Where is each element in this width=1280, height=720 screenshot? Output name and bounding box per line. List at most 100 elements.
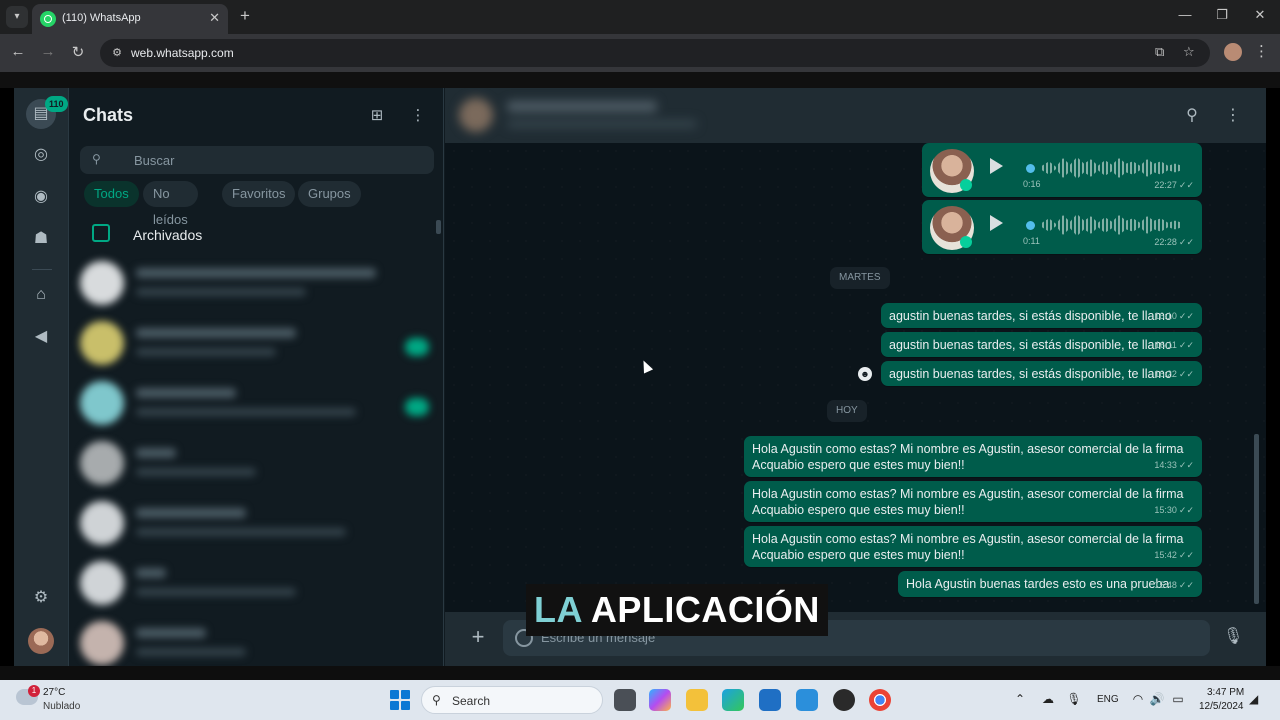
onedrive-icon[interactable]: ☁ <box>1040 692 1056 706</box>
browser-menu-icon[interactable]: ⋮ <box>1254 42 1269 60</box>
waveform-scrubber[interactable] <box>1026 164 1035 173</box>
outgoing-message[interactable]: agustin buenas tardes, si estás disponib… <box>881 332 1202 357</box>
page-bottom-margin <box>0 666 1280 680</box>
list-item[interactable] <box>70 554 443 614</box>
message-time: 14:33 ✓✓ <box>1154 457 1194 473</box>
language-indicator[interactable]: ENG <box>1097 694 1119 705</box>
outgoing-message[interactable]: Hola Agustin como estas? Mi nombre es Ag… <box>744 481 1202 522</box>
voice-duration: 0:16 <box>1023 179 1041 189</box>
chrome-icon[interactable] <box>869 689 891 711</box>
windows-start-icon[interactable] <box>390 690 410 710</box>
play-icon[interactable] <box>990 215 1003 231</box>
clock-date[interactable]: 12/5/2024 <box>1199 701 1244 712</box>
new-tab-plus-icon[interactable]: + <box>236 6 254 26</box>
weather-temperature[interactable]: 27°C <box>43 687 65 698</box>
close-window-icon[interactable]: ✕ <box>1250 7 1270 23</box>
browser-tab-whatsapp[interactable]: (110) WhatsApp ✕ <box>32 4 228 34</box>
list-item[interactable] <box>70 434 443 494</box>
forward-arrow-icon[interactable]: → <box>38 43 58 60</box>
conversation-panel: ⚲ ⋮ 0:16 22:27 ✓✓ 0:11 22:28 ✓✓ MARTES agu… <box>445 88 1266 666</box>
message-time: 16:10 ✓✓ <box>1154 308 1194 324</box>
back-arrow-icon[interactable]: ← <box>8 43 28 60</box>
filter-grupos[interactable]: Grupos <box>298 181 361 207</box>
filter-no-leidos[interactable]: No leídos <box>143 181 198 227</box>
bookmark-star-icon[interactable]: ☆ <box>1183 44 1195 60</box>
conversation-menu-icon[interactable]: ⋮ <box>1222 105 1244 125</box>
outgoing-message[interactable]: Hola Agustin como estas? Mi nombre es Ag… <box>744 526 1202 567</box>
search-input[interactable]: ⚲ Buscar <box>80 146 434 174</box>
profile-avatar[interactable] <box>1224 43 1242 61</box>
chat-preview-blurred <box>136 348 276 356</box>
reload-icon[interactable]: ↻ <box>68 43 88 61</box>
task-view-icon[interactable] <box>614 689 636 711</box>
close-tab-icon[interactable]: ✕ <box>209 10 220 26</box>
read-ticks-icon: ✓✓ <box>1178 180 1194 190</box>
my-profile-avatar[interactable] <box>28 628 54 654</box>
list-item[interactable] <box>70 494 443 554</box>
catalog-store-icon[interactable]: ⌂ <box>29 283 53 307</box>
waveform-scrubber[interactable] <box>1026 221 1035 230</box>
outgoing-message[interactable]: agustin buenas tardes, si estás disponib… <box>881 303 1202 328</box>
waveform[interactable] <box>1026 157 1186 179</box>
weather-description[interactable]: Nublado <box>43 701 80 712</box>
microphone-icon[interactable]: 🎙 <box>1066 692 1082 706</box>
notification-bell-icon[interactable]: ◢ <box>1249 692 1258 706</box>
outgoing-message[interactable]: agustin buenas tardes, si estás disponib… <box>881 361 1202 386</box>
communities-icon[interactable]: ☗ <box>29 227 53 251</box>
outgoing-message[interactable]: Hola Agustin buenas tardes esto es una p… <box>898 571 1202 597</box>
filter-todos[interactable]: Todos <box>84 181 139 207</box>
menu-kebab-icon[interactable]: ⋮ <box>408 106 428 124</box>
chat-list-scrollbar[interactable] <box>436 220 441 234</box>
play-icon[interactable] <box>990 158 1003 174</box>
store-icon[interactable] <box>759 689 781 711</box>
microphone-record-icon[interactable]: 🎙 <box>1223 626 1243 646</box>
react-emoji-icon[interactable]: ☻ <box>858 367 872 381</box>
url-text: web.whatsapp.com <box>131 46 234 60</box>
broadcast-megaphone-icon[interactable]: ◀ <box>29 325 53 349</box>
new-chat-icon[interactable]: ⊞ <box>367 106 387 124</box>
minimize-icon[interactable]: — <box>1175 7 1195 22</box>
message-time-text: 16:22 <box>1154 369 1177 379</box>
clock-time[interactable]: 3:47 PM <box>1207 687 1244 698</box>
list-item[interactable] <box>70 314 443 374</box>
message-time-text: 22:28 <box>1154 237 1177 247</box>
filter-favoritos[interactable]: Favoritos <box>222 181 296 207</box>
unread-badge-blurred <box>405 398 429 416</box>
battery-icon[interactable]: ▭ <box>1170 692 1186 706</box>
outgoing-message[interactable]: Hola Agustin como estas? Mi nombre es Ag… <box>744 436 1202 477</box>
attach-plus-icon[interactable]: + <box>467 624 489 650</box>
app-icon[interactable] <box>833 689 855 711</box>
message-text-line: Acquabio espero que estes muy bien!! <box>752 503 965 517</box>
taskbar-search[interactable]: ⚲ Search <box>421 686 603 714</box>
settings-gear-icon[interactable]: ⚙ <box>29 586 53 610</box>
tray-chevron-up-icon[interactable]: ⌃ <box>1012 692 1028 706</box>
channels-icon[interactable]: ◉ <box>29 185 53 209</box>
edge-browser-icon[interactable] <box>722 689 744 711</box>
maximize-icon[interactable]: ❐ <box>1212 7 1232 23</box>
conversation-scrollbar[interactable] <box>1254 434 1259 604</box>
copilot-icon[interactable] <box>649 689 671 711</box>
list-item[interactable] <box>70 254 443 314</box>
waveform[interactable] <box>1026 214 1186 236</box>
conversation-header[interactable]: ⚲ ⋮ <box>445 88 1266 143</box>
status-icon[interactable]: ◎ <box>29 143 53 167</box>
list-item[interactable] <box>70 374 443 434</box>
volume-icon[interactable]: 🔊 <box>1149 692 1165 706</box>
list-item[interactable] <box>70 614 443 666</box>
browser-address-bar: ← → ↻ ⚙ web.whatsapp.com ⧉ ☆ ⋮ <box>0 34 1280 72</box>
tab-search-chevron-icon[interactable]: ▾ <box>6 6 28 28</box>
search-icon: ⚲ <box>432 693 441 707</box>
search-messages-icon[interactable]: ⚲ <box>1181 105 1203 125</box>
vscode-icon[interactable] <box>796 689 818 711</box>
install-app-icon[interactable]: ⧉ <box>1155 44 1164 60</box>
message-text: Hola Agustin buenas tardes esto es una p… <box>906 577 1170 591</box>
chat-name-blurred <box>136 628 206 638</box>
url-bar[interactable]: ⚙ web.whatsapp.com ⧉ ☆ <box>100 39 1210 67</box>
voice-note-message[interactable]: 0:11 22:28 ✓✓ <box>922 200 1202 254</box>
wifi-icon[interactable]: ◠ <box>1130 692 1146 706</box>
file-explorer-icon[interactable] <box>686 689 708 711</box>
site-settings-icon[interactable]: ⚙ <box>110 46 124 60</box>
voice-note-message[interactable]: 0:16 22:27 ✓✓ <box>922 143 1202 197</box>
archived-chats-row[interactable]: Archivados <box>70 220 443 254</box>
message-time: 16:11 ✓✓ <box>1155 337 1194 353</box>
